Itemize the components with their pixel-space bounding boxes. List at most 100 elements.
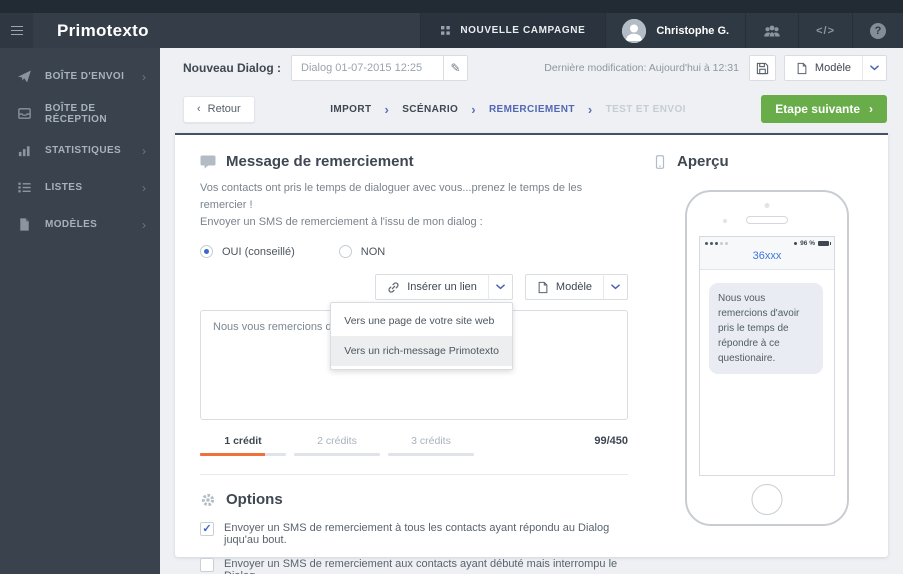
step-remerciement[interactable]: REMERCIEMENT	[489, 104, 575, 115]
last-modified-text: Dernière modification: Aujourd'hui à 12:…	[544, 62, 739, 74]
battery-icon	[818, 241, 831, 246]
phone-speaker-icon	[746, 216, 788, 224]
step-separator-icon: ›	[384, 101, 390, 117]
sidebar-item-label: STATISTIQUES	[45, 145, 122, 156]
next-chevron-icon: ›	[869, 102, 873, 116]
credit-tab-2[interactable]: 2 crédits	[294, 431, 380, 456]
step-list: IMPORT › SCÉNARIO › REMERCIEMENT › TEST …	[255, 103, 762, 116]
message-section-title-row: Message de remerciement	[200, 153, 628, 170]
link-icon	[388, 281, 399, 293]
intro-line-2: Envoyer un SMS de remerciement à l'issu …	[200, 216, 483, 228]
options-section-title: Options	[226, 491, 283, 508]
radio-non[interactable]: NON	[338, 245, 386, 258]
sms-sender-number: 36xxx	[752, 250, 782, 262]
battery-percent: 96 %	[800, 240, 815, 247]
contacts-button[interactable]	[745, 13, 799, 48]
step-separator-icon: ›	[587, 101, 593, 117]
editor-toolbar: Insérer un lien Vers une page de votre s…	[200, 274, 628, 370]
code-icon: </>	[816, 24, 835, 37]
chevron-down-icon	[870, 65, 879, 71]
options-section-title-row: Options	[200, 491, 628, 508]
phone-camera-icon	[764, 203, 770, 208]
message-model-button[interactable]: Modèle	[524, 274, 603, 300]
message-model-dropdown-toggle[interactable]	[603, 274, 628, 300]
preview-section: Aperçu 96 % 36xxx Nous vous remercions d…	[653, 135, 868, 557]
sidebar-item-label: BOÎTE D'ENVOI	[45, 71, 125, 82]
insert-link-button[interactable]: Insérer un lien	[375, 274, 488, 300]
back-button[interactable]: ‹ Retour	[183, 95, 255, 123]
preview-section-title-row: Aperçu	[653, 153, 868, 170]
people-icon	[764, 25, 780, 36]
new-campaign-button[interactable]: NOUVELLE CAMPAGNE	[420, 13, 606, 48]
radio-oui[interactable]: OUI (conseillé)	[200, 245, 295, 258]
menu-toggle-button[interactable]	[0, 13, 33, 48]
insert-link-label: Insérer un lien	[407, 281, 477, 293]
step-scenario[interactable]: SCÉNARIO	[402, 104, 458, 115]
step-separator-icon: ›	[471, 101, 476, 117]
dropdown-item-rich-message[interactable]: Vers un rich-message Primotexto	[331, 336, 512, 366]
option-checkbox-row-1[interactable]: ✓ Envoyer un SMS de remerciement à tous …	[200, 522, 628, 546]
option-checkbox-row-2[interactable]: Envoyer un SMS de remerciement aux conta…	[200, 558, 628, 574]
user-name: Christophe G.	[656, 24, 730, 37]
api-button[interactable]: </>	[798, 13, 852, 48]
sidebar-item-modeles[interactable]: MODÈLES ›	[0, 206, 160, 243]
step-test-envoi: TEST ET ENVOI	[605, 103, 686, 115]
chevron-down-icon	[611, 284, 620, 290]
sidebar-item-label: MODÈLES	[45, 219, 98, 230]
checkbox-checked-icon: ✓	[200, 522, 214, 536]
phone-icon	[655, 154, 665, 169]
help-button[interactable]: ?	[852, 13, 903, 48]
edit-dialog-name-button[interactable]: ✎	[443, 55, 469, 81]
phone-message-area: Nous vous remercions d'avoir pris le tem…	[700, 270, 834, 475]
gear-icon	[201, 493, 215, 506]
credit-tab-1[interactable]: 1 crédit	[200, 431, 286, 456]
step-import[interactable]: IMPORT	[330, 104, 371, 115]
phone-mockup: 96 % 36xxx Nous vous remercions d'avoir …	[685, 190, 849, 526]
insert-link-dropdown-menu: Vers une page de votre site web Vers un …	[330, 302, 513, 370]
file-icon	[20, 218, 29, 231]
radio-non-label: NON	[360, 245, 386, 258]
new-campaign-label: NOUVELLE CAMPAGNE	[460, 25, 586, 36]
credit-bar	[200, 453, 286, 456]
app-logo[interactable]: Primotexto	[33, 13, 149, 48]
phone-sensor-icon	[723, 219, 727, 223]
speech-bubble-icon	[200, 155, 216, 169]
model-dropdown-toggle[interactable]	[862, 55, 887, 81]
back-button-label: Retour	[207, 103, 241, 115]
sidebar-item-boite-reception[interactable]: BOÎTE DE RÉCEPTION	[0, 95, 160, 132]
radio-unselected-icon	[338, 245, 352, 258]
insert-link-dropdown-toggle[interactable]	[487, 274, 513, 300]
next-step-button[interactable]: Etape suivante ›	[761, 95, 887, 123]
top-strip	[0, 0, 903, 13]
model-button[interactable]: Modèle	[783, 55, 862, 81]
credit-tab-3[interactable]: 3 crédits	[388, 431, 474, 456]
sidebar-item-label: BOÎTE DE RÉCEPTION	[45, 102, 107, 125]
chevron-right-icon: ›	[142, 180, 146, 195]
content-card: Message de remerciement Vos contacts ont…	[175, 133, 888, 574]
document-icon	[538, 281, 548, 293]
dropdown-item-site-web[interactable]: Vers une page de votre site web	[331, 306, 512, 336]
credit-tab-3-label: 3 crédits	[411, 435, 451, 447]
sidebar-item-listes[interactable]: LISTES ›	[0, 169, 160, 206]
credit-bar	[388, 453, 474, 456]
save-button[interactable]	[748, 55, 776, 81]
sidebar-item-boite-envoi[interactable]: BOÎTE D'ENVOI ›	[0, 58, 160, 95]
dialog-name-input[interactable]	[291, 55, 444, 81]
insert-link-split-button: Insérer un lien Vers une page de votre s…	[330, 274, 513, 370]
sidebar-item-statistiques[interactable]: STATISTIQUES ›	[0, 132, 160, 169]
char-counter: 99/450	[594, 435, 628, 447]
navbar: Primotexto NOUVELLE CAMPAGNE Christophe …	[0, 13, 903, 48]
paper-plane-icon	[17, 70, 31, 83]
phone-status-bar: 96 %	[705, 240, 831, 247]
help-icon: ?	[870, 22, 886, 39]
option-1-label: Envoyer un SMS de remerciement à tous le…	[224, 522, 610, 546]
message-model-split-button: Modèle	[524, 274, 628, 300]
app-window: Primotexto NOUVELLE CAMPAGNE Christophe …	[0, 0, 903, 574]
credit-bar	[294, 453, 380, 456]
user-menu[interactable]: Christophe G.	[605, 13, 746, 48]
list-icon	[18, 182, 31, 193]
hamburger-icon	[10, 25, 23, 28]
chevron-right-icon: ›	[142, 69, 146, 84]
pencil-icon: ✎	[450, 61, 461, 75]
sidebar-item-label: LISTES	[45, 182, 83, 193]
